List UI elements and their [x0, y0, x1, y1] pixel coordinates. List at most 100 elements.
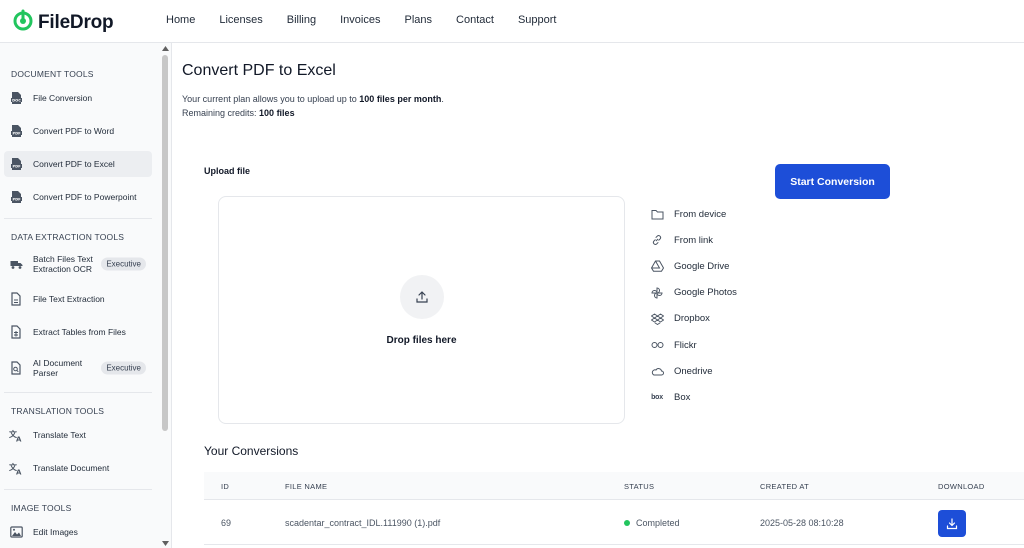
- source-label: Google Photos: [674, 287, 737, 299]
- svg-text:PDF: PDF: [12, 197, 21, 201]
- nav-support[interactable]: Support: [518, 14, 557, 26]
- translate-icon: 文A: [9, 428, 23, 442]
- drop-files-text: Drop files here: [386, 335, 457, 346]
- flickr-icon: [650, 338, 664, 352]
- pdf-file-icon: PDF: [9, 124, 23, 138]
- dropbox-icon: [650, 312, 664, 326]
- scrollbar-thumb[interactable]: [162, 55, 168, 431]
- column-created-at: CREATED AT: [760, 482, 809, 491]
- sidebar-item-translate-text[interactable]: 文A Translate Text: [4, 422, 152, 448]
- doc-file-icon: DOC: [9, 91, 23, 105]
- file-search-icon: [9, 361, 23, 375]
- section-document-tools: DOCUMENT TOOLS: [11, 69, 94, 79]
- source-google-drive[interactable]: Google Drive: [650, 253, 737, 279]
- sidebar: DOCUMENT TOOLS DOC File Conversion PDF C…: [0, 43, 172, 548]
- executive-badge: Executive: [101, 257, 146, 271]
- nav-contact[interactable]: Contact: [456, 14, 494, 26]
- svg-text:A: A: [16, 468, 22, 475]
- conversions-title: Your Conversions: [204, 444, 299, 458]
- credits-info: Remaining credits: 100 files: [182, 108, 295, 118]
- link-icon: [650, 233, 664, 247]
- pdf-file-icon: PDF: [9, 190, 23, 204]
- scroll-up-icon[interactable]: [161, 44, 169, 52]
- filedrop-logo-icon: [12, 9, 34, 36]
- nav-invoices[interactable]: Invoices: [340, 14, 380, 26]
- nav-billing[interactable]: Billing: [287, 14, 316, 26]
- section-data-extraction-tools: DATA EXTRACTION TOOLS: [11, 232, 125, 242]
- brand-name: FileDrop: [38, 11, 114, 33]
- google-photos-icon: [650, 286, 664, 300]
- box-icon: box: [650, 390, 664, 404]
- sidebar-item-extract-tables[interactable]: Extract Tables from Files: [4, 319, 152, 345]
- upload-sources: From device From link Google Drive Googl…: [650, 201, 737, 411]
- sidebar-item-edit-images[interactable]: Edit Images: [4, 519, 152, 545]
- source-google-photos[interactable]: Google Photos: [650, 280, 737, 306]
- column-download: DOWNLOAD: [938, 482, 985, 491]
- table-row: 69 scadentar_contract_IDL.111990 (1).pdf…: [204, 501, 1024, 545]
- source-onedrive[interactable]: Onedrive: [650, 358, 737, 384]
- sidebar-divider: [4, 489, 152, 490]
- column-status: STATUS: [624, 482, 655, 491]
- sidebar-scrollbar[interactable]: [160, 43, 170, 548]
- download-icon: [946, 517, 958, 529]
- source-from-link[interactable]: From link: [650, 227, 737, 253]
- source-box[interactable]: box Box: [650, 384, 737, 410]
- sidebar-item-label: Batch Files Text Extraction OCR: [33, 254, 93, 274]
- truck-icon: [9, 257, 23, 271]
- credits-prefix-text: Remaining credits:: [182, 108, 260, 118]
- sidebar-item-pdf-to-word[interactable]: PDF Convert PDF to Word: [4, 118, 152, 144]
- source-label: Onedrive: [674, 365, 713, 377]
- credits-value: 100 files: [259, 108, 295, 118]
- main-nav: Home Licenses Billing Invoices Plans Con…: [166, 14, 580, 26]
- plan-limit-value: 100 files per month: [359, 94, 442, 104]
- translate-icon: 文A: [9, 461, 23, 475]
- column-file-name: FILE NAME: [285, 482, 328, 491]
- upload-icon[interactable]: [400, 275, 444, 319]
- source-from-device[interactable]: From device: [650, 201, 737, 227]
- sidebar-item-translate-document[interactable]: 文A Translate Document: [4, 455, 152, 481]
- sidebar-item-label: Extract Tables from Files: [33, 327, 126, 337]
- image-icon: [9, 525, 23, 539]
- sidebar-divider: [4, 218, 152, 219]
- sidebar-item-batch-ocr[interactable]: Batch Files Text Extraction OCR Executiv…: [4, 250, 152, 278]
- cell-file-name: scadentar_contract_IDL.111990 (1).pdf: [285, 518, 441, 528]
- status-dot-icon: [624, 519, 630, 526]
- table-file-icon: [9, 325, 23, 339]
- svg-text:PDF: PDF: [12, 131, 21, 135]
- nav-licenses[interactable]: Licenses: [219, 14, 262, 26]
- sidebar-item-file-text-extraction[interactable]: File Text Extraction: [4, 286, 152, 312]
- section-translation-tools: TRANSLATION TOOLS: [11, 406, 105, 416]
- sidebar-item-file-conversion[interactable]: DOC File Conversion: [4, 85, 152, 111]
- cell-created-at: 2025-05-28 08:10:28: [760, 518, 844, 528]
- source-flickr[interactable]: Flickr: [650, 332, 737, 358]
- sidebar-item-label: Edit Images: [33, 527, 78, 537]
- nav-home[interactable]: Home: [166, 14, 195, 26]
- sidebar-item-label: Translate Text: [33, 430, 86, 440]
- nav-plans[interactable]: Plans: [404, 14, 432, 26]
- sidebar-item-label: Convert PDF to Powerpoint: [33, 192, 137, 202]
- google-drive-icon: [650, 259, 664, 273]
- plan-suffix-text: .: [441, 94, 444, 104]
- file-dropzone[interactable]: Drop files here: [218, 196, 625, 424]
- start-conversion-button[interactable]: Start Conversion: [775, 164, 890, 199]
- sidebar-item-pdf-to-powerpoint[interactable]: PDF Convert PDF to Powerpoint: [4, 184, 152, 210]
- sidebar-item-pdf-to-excel[interactable]: PDF Convert PDF to Excel: [4, 151, 152, 177]
- source-label: Flickr: [674, 339, 697, 351]
- onedrive-icon: [650, 364, 664, 378]
- sidebar-item-label: File Conversion: [33, 93, 93, 103]
- page-title: Convert PDF to Excel: [182, 62, 336, 79]
- logo[interactable]: FileDrop: [12, 9, 114, 36]
- source-label: Google Drive: [674, 260, 730, 272]
- cell-status: Completed: [624, 518, 680, 528]
- source-label: From device: [674, 208, 727, 220]
- sidebar-item-label: Convert PDF to Excel: [33, 159, 115, 169]
- top-navbar: FileDrop Home Licenses Billing Invoices …: [0, 0, 1024, 43]
- scroll-down-icon[interactable]: [161, 539, 169, 547]
- source-dropbox[interactable]: Dropbox: [650, 306, 737, 332]
- executive-badge: Executive: [101, 361, 146, 375]
- sidebar-item-ai-document-parser[interactable]: AI Document Parser Executive: [4, 354, 152, 382]
- download-button[interactable]: [938, 510, 966, 537]
- sidebar-item-label: AI Document Parser: [33, 358, 83, 378]
- conversions-table-header: ID FILE NAME STATUS CREATED AT DOWNLOAD: [204, 472, 1024, 500]
- source-label: From link: [674, 234, 714, 246]
